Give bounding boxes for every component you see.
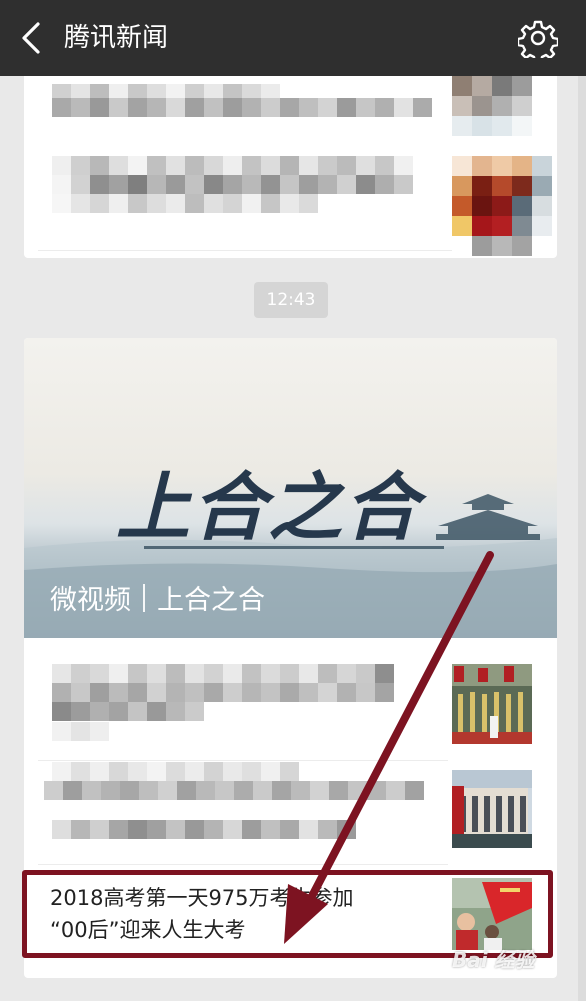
blurred-text <box>52 722 109 741</box>
caption-separator <box>143 583 145 612</box>
blurred-text <box>52 820 356 839</box>
news-thumbnail <box>452 770 532 848</box>
message-timestamp: 12:43 <box>254 282 328 318</box>
divider <box>38 760 448 761</box>
blurred-text <box>52 156 413 175</box>
divider <box>38 250 458 251</box>
news-card-previous[interactable] <box>24 76 557 258</box>
blurred-text <box>44 781 424 800</box>
blurred-text <box>52 702 204 721</box>
banner-caption: 微视频 上合之合 <box>50 578 265 617</box>
blurred-text <box>52 194 318 213</box>
news-thumbnail <box>452 76 532 136</box>
blurred-text <box>52 762 299 781</box>
blurred-text <box>52 175 413 194</box>
news-thumbnail <box>452 664 532 744</box>
chevron-left-icon[interactable] <box>14 18 50 58</box>
blurred-text <box>52 683 394 702</box>
watermark: Bai 经验 <box>452 948 535 972</box>
blurred-text <box>52 664 394 683</box>
page-title: 腾讯新闻 <box>64 23 169 53</box>
scroll-edge <box>578 76 586 1001</box>
news-thumbnail <box>452 156 552 256</box>
banner-caption-category: 微视频 <box>50 585 131 616</box>
banner-title: 上合之合 <box>116 465 420 551</box>
top-bar: 腾讯新闻 <box>0 0 586 76</box>
divider <box>38 864 448 865</box>
banner-caption-title: 上合之合 <box>157 585 265 616</box>
gear-icon[interactable] <box>518 18 558 58</box>
banner-image[interactable]: 上合之合 微视频 上合之合 <box>24 338 557 638</box>
blurred-text <box>52 98 432 117</box>
